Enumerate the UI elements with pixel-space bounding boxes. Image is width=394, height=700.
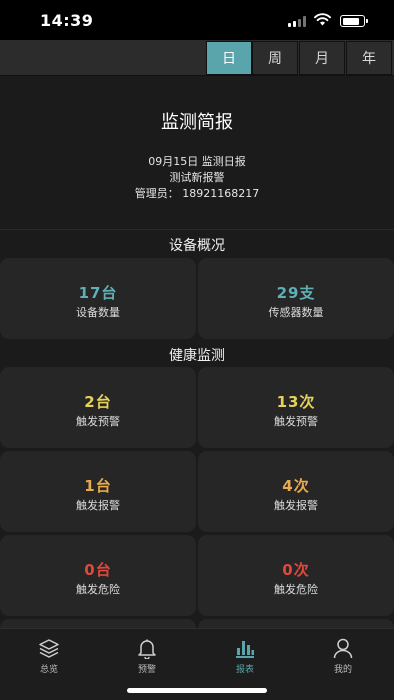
alarm-device-label: 触发报警 (76, 499, 120, 512)
tab-week[interactable]: 周 (252, 41, 298, 75)
device-count-label: 设备数量 (76, 306, 120, 319)
alarm-device-card: 1台 触发报警 (0, 451, 196, 532)
danger-device-card: 0台 触发危险 (0, 535, 196, 616)
home-indicator[interactable] (127, 688, 267, 693)
report-title: 监测简报 (161, 112, 233, 133)
warning-device-label: 触发预警 (76, 415, 120, 428)
nav-reports[interactable]: 报表 (196, 629, 294, 679)
danger-count-label: 触发危险 (274, 583, 318, 596)
bell-icon (138, 639, 156, 659)
battery-level (342, 17, 359, 25)
user-icon (333, 638, 353, 659)
tab-year[interactable]: 年 (346, 41, 392, 75)
status-time: 14:39 (40, 11, 94, 30)
alarm-count-value: 4次 (282, 477, 310, 495)
layers-icon (39, 639, 59, 658)
nav-warnings-label: 预警 (137, 665, 156, 675)
report-manager: 管理员： 18921168217 (134, 187, 260, 200)
alarm-device-value: 1台 (84, 477, 112, 495)
report-subtitle: 测试新报警 (169, 171, 225, 184)
danger-device-label: 触发危险 (76, 583, 120, 596)
sensor-count-value: 29支 (276, 284, 316, 302)
nav-overview[interactable]: 总览 (0, 629, 98, 679)
tab-month[interactable]: 月 (299, 41, 345, 75)
report-date: 09月15日 监测日报 (148, 155, 246, 168)
section-title-health-monitoring: 健康监测 (169, 348, 225, 364)
alarm-count-label: 触发报警 (274, 499, 318, 512)
warning-device-card: 2台 触发预警 (0, 367, 196, 448)
divider (0, 229, 394, 230)
nav-overview-label: 总览 (39, 665, 58, 675)
nav-profile[interactable]: 我的 (294, 629, 392, 679)
next-card-peek (0, 619, 196, 628)
status-bar: 14:39 (0, 0, 394, 40)
sensor-count-label: 传感器数量 (268, 306, 324, 319)
device-count-card: 17台 设备数量 (0, 258, 196, 339)
danger-count-card: 0次 触发危险 (198, 535, 394, 616)
warning-count-value: 13次 (276, 393, 316, 411)
wifi-icon (314, 13, 331, 26)
next-card-peek (198, 619, 394, 628)
cellular-signal-icon (288, 16, 306, 27)
warning-count-card: 13次 触发预警 (198, 367, 394, 448)
nav-reports-label: 报表 (235, 665, 254, 675)
nav-profile-label: 我的 (333, 665, 352, 675)
warning-count-label: 触发预警 (274, 415, 318, 428)
danger-device-value: 0台 (84, 561, 112, 579)
alarm-count-card: 4次 触发报警 (198, 451, 394, 532)
warning-device-value: 2台 (84, 393, 112, 411)
nav-warnings[interactable]: 预警 (98, 629, 196, 679)
battery-icon (340, 15, 368, 27)
device-count-value: 17台 (78, 284, 118, 302)
bar-chart-icon (236, 641, 254, 658)
tab-day[interactable]: 日 (206, 41, 252, 75)
period-tab-strip: 日 周 月 年 (0, 40, 394, 76)
danger-count-value: 0次 (282, 561, 310, 579)
sensor-count-card: 29支 传感器数量 (198, 258, 394, 339)
section-title-device-overview: 设备概况 (169, 238, 225, 254)
